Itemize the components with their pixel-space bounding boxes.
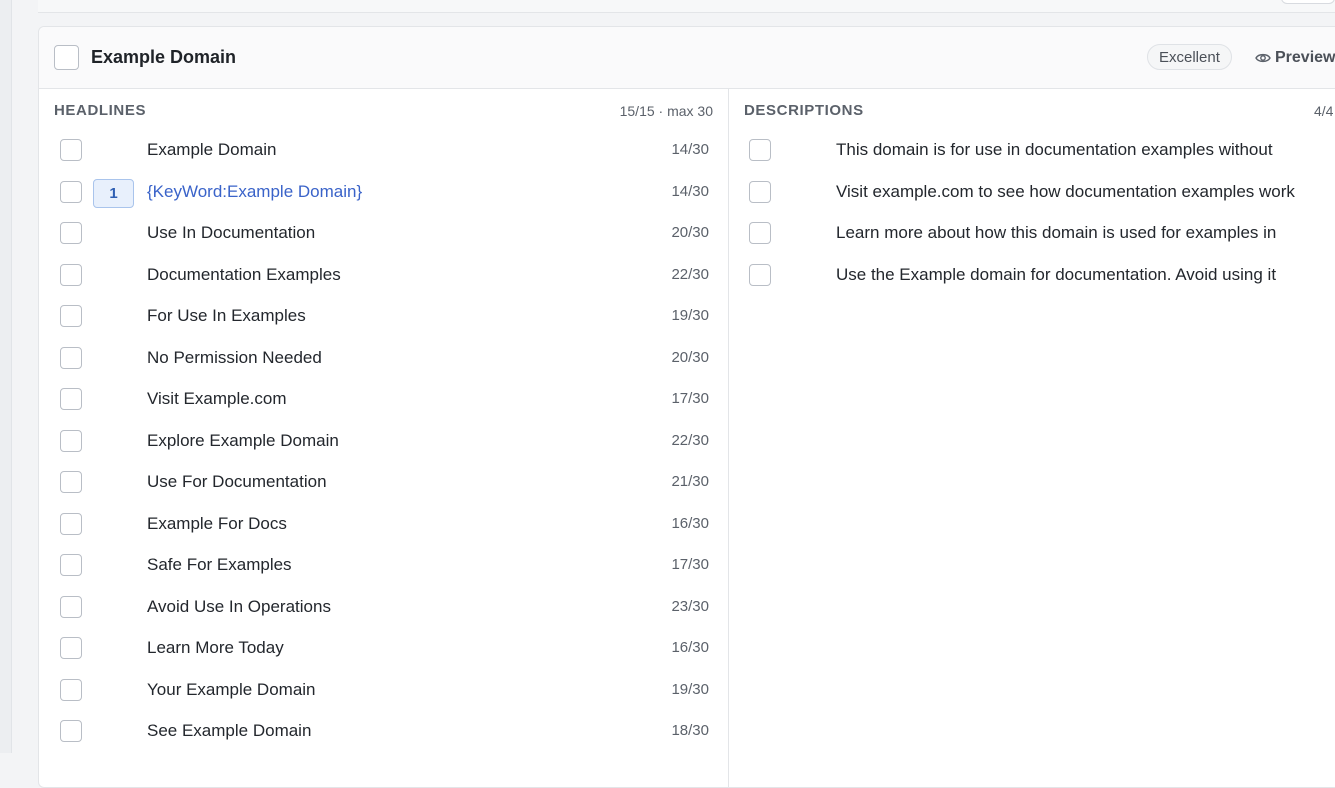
description-text: Learn more about how this domain is used… [836,223,1277,242]
card-title: Example Domain [91,47,237,67]
headlines-title: HEADLINES [54,102,147,119]
headline-text: Safe For Examples [147,555,292,574]
description-row[interactable]: Learn more about how this domain is used… [729,219,1335,249]
description-row[interactable]: Visit example.com to see how documentati… [729,178,1335,208]
left-gutter [0,0,12,753]
headline-char-count: 20/30 [671,349,709,366]
headline-char-count: 14/30 [671,141,709,158]
previous-card-edge [38,0,1335,13]
headline-char-count: 21/30 [671,473,709,490]
headline-char-count: 17/30 [671,556,709,573]
headline-checkbox[interactable] [60,513,82,535]
headline-row[interactable]: For Use In Examples 19/30 [39,302,729,332]
headline-text: Explore Example Domain [147,431,339,450]
headline-char-count: 22/30 [671,432,709,449]
headline-row[interactable]: Safe For Examples 17/30 [39,551,729,581]
headline-row[interactable]: Learn More Today 16/30 [39,634,729,664]
ad-card: Example Domain Excellent Preview HEADLIN… [38,26,1335,788]
headline-char-count: 19/30 [671,307,709,324]
description-checkbox[interactable] [749,181,771,203]
headline-row[interactable]: Use For Documentation 21/30 [39,468,729,498]
headline-text: Learn More Today [147,638,284,657]
headline-checkbox[interactable] [60,305,82,327]
description-text: Visit example.com to see how documentati… [836,182,1295,201]
headline-text: No Permission Needed [147,348,322,367]
headline-text: Your Example Domain [147,680,316,699]
headline-char-count: 19/30 [671,681,709,698]
headline-row[interactable]: Visit Example.com 17/30 [39,385,729,415]
headline-checkbox[interactable] [60,554,82,576]
eye-icon [1255,53,1271,63]
headline-checkbox[interactable] [60,139,82,161]
description-row[interactable]: This domain is for use in documentation … [729,136,1335,166]
headline-char-count: 23/30 [671,598,709,615]
description-row[interactable]: Use the Example domain for documentation… [729,261,1335,291]
headline-row[interactable]: 1 {KeyWord:Example Domain} 14/30 [39,178,729,208]
headline-char-count: 17/30 [671,390,709,407]
headline-char-count: 14/30 [671,183,709,200]
headline-checkbox[interactable] [60,637,82,659]
headline-text: Use In Documentation [147,223,316,242]
headline-row[interactable]: Documentation Examples 22/30 [39,261,729,291]
headline-text: Documentation Examples [147,265,341,284]
headline-checkbox[interactable] [60,222,82,244]
headline-checkbox[interactable] [60,264,82,286]
headline-text: Example Domain [147,140,277,159]
headline-char-count: 16/30 [671,639,709,656]
description-text: This domain is for use in documentation … [836,140,1273,159]
previous-card-button[interactable] [1281,0,1335,4]
description-checkbox[interactable] [749,139,771,161]
headline-text: {KeyWord:Example Domain} [147,182,363,201]
preview-button[interactable]: Preview [1255,47,1335,69]
descriptions-count: 4/4 [1314,103,1334,119]
headline-row[interactable]: Avoid Use In Operations 23/30 [39,593,729,623]
headline-text: See Example Domain [147,721,312,740]
headline-char-count: 20/30 [671,224,709,241]
headlines-count: 15/15 · max 30 [619,103,713,119]
card-header: Example Domain Excellent Preview [39,27,1335,89]
description-checkbox[interactable] [749,222,771,244]
headline-checkbox[interactable] [60,430,82,452]
headline-char-count: 22/30 [671,266,709,283]
headline-checkbox[interactable] [60,471,82,493]
headline-text: Visit Example.com [147,389,287,408]
headline-checkbox[interactable] [60,181,82,203]
headline-row[interactable]: Explore Example Domain 22/30 [39,427,729,457]
headline-row[interactable]: Example Domain 14/30 [39,136,729,166]
headline-text: For Use In Examples [147,306,306,325]
headline-checkbox[interactable] [60,679,82,701]
descriptions-title: DESCRIPTIONS [744,102,864,119]
description-text: Use the Example domain for documentation… [836,265,1277,284]
headline-text: Use For Documentation [147,472,327,491]
preview-label: Preview [1275,49,1335,66]
headline-row[interactable]: Use In Documentation 20/30 [39,219,729,249]
pin-position-badge[interactable]: 1 [93,179,134,208]
description-checkbox[interactable] [749,264,771,286]
headline-checkbox[interactable] [60,347,82,369]
headline-row[interactable]: No Permission Needed 20/30 [39,344,729,374]
headline-row[interactable]: Your Example Domain 19/30 [39,676,729,706]
headline-text: Example For Docs [147,514,287,533]
headline-checkbox[interactable] [60,596,82,618]
headline-checkbox[interactable] [60,720,82,742]
headline-row[interactable]: Example For Docs 16/30 [39,510,729,540]
headline-char-count: 16/30 [671,515,709,532]
quality-badge: Excellent [1147,44,1232,70]
headline-text: Avoid Use In Operations [147,597,331,616]
headline-checkbox[interactable] [60,388,82,410]
headline-row[interactable]: See Example Domain 18/30 [39,717,729,747]
headline-char-count: 18/30 [671,722,709,739]
card-select-checkbox[interactable] [54,45,79,70]
